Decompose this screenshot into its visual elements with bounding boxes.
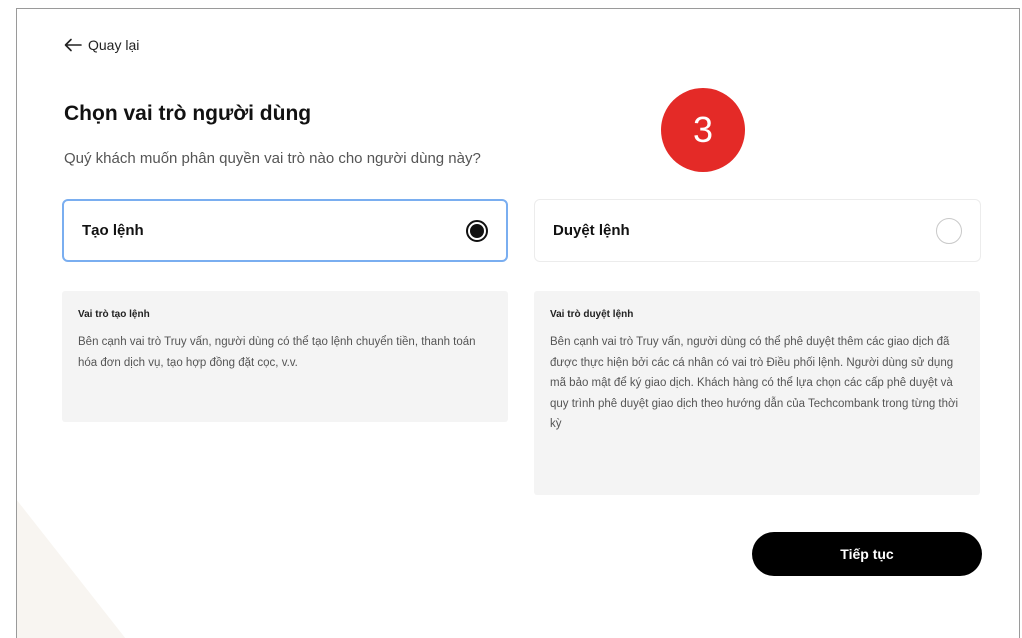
continue-button[interactable]: Tiếp tục bbox=[752, 532, 982, 576]
radio-selected-icon[interactable] bbox=[466, 219, 488, 242]
create-order-description: Vai trò tạo lệnh Bên cạnh vai trò Truy v… bbox=[62, 291, 508, 422]
option-approve-order[interactable]: Duyệt lệnh bbox=[534, 199, 981, 262]
approve-order-description-text: Bên cạnh vai trò Truy vấn, người dùng có… bbox=[550, 336, 959, 430]
approve-order-description-title: Vai trò duyệt lệnh bbox=[550, 309, 634, 320]
arrow-left-icon bbox=[64, 38, 82, 52]
option-approve-order-label: Duyệt lệnh bbox=[553, 222, 630, 239]
back-link[interactable]: Quay lại bbox=[64, 37, 139, 53]
approve-order-description: Vai trò duyệt lệnh Bên cạnh vai trò Truy… bbox=[534, 291, 980, 495]
radio-unselected-icon[interactable] bbox=[936, 217, 962, 244]
create-order-description-text: Bên cạnh vai trò Truy vấn, người dùng có… bbox=[78, 336, 476, 369]
page-subtitle: Quý khách muốn phân quyền vai trò nào ch… bbox=[64, 150, 481, 167]
corner-decoration bbox=[17, 499, 126, 638]
page-title: Chọn vai trò người dùng bbox=[64, 102, 312, 125]
create-order-description-title: Vai trò tạo lệnh bbox=[78, 309, 150, 320]
back-link-label: Quay lại bbox=[88, 37, 140, 53]
option-create-order-label: Tạo lệnh bbox=[82, 222, 144, 239]
role-selection-panel: Quay lại Chọn vai trò người dùng Quý khá… bbox=[16, 8, 1020, 638]
option-create-order[interactable]: Tạo lệnh bbox=[62, 199, 508, 262]
step-number-badge: 3 bbox=[661, 88, 745, 172]
